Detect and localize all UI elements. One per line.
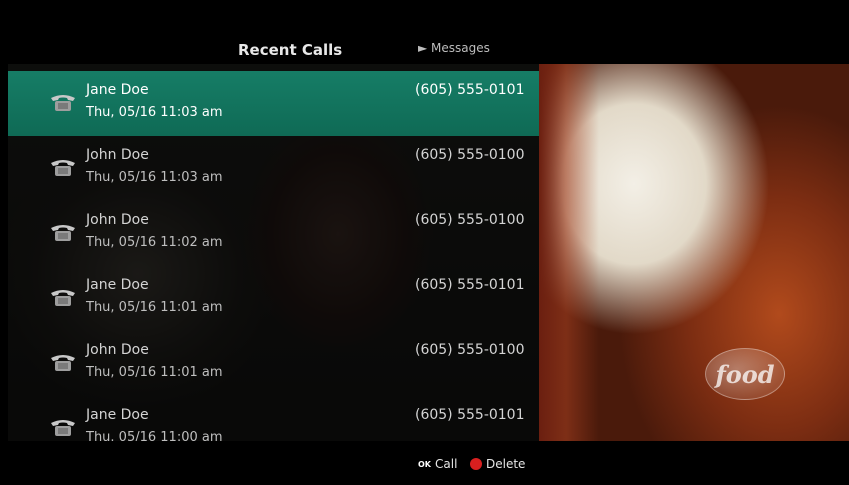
desk-phone-icon [48, 221, 78, 243]
call-time: Thu, 05/16 11:03 am [86, 105, 223, 120]
call-time: Thu, 05/16 11:03 am [86, 170, 223, 185]
call-row[interactable]: John Doe Thu, 05/16 11:01 am (605) 555-010… [8, 331, 539, 396]
channel-logo: food [705, 348, 785, 400]
caller-name: Jane Doe [86, 407, 149, 423]
desk-phone-icon [48, 156, 78, 178]
desk-phone-icon [48, 286, 78, 308]
delete-hint[interactable]: Delete [470, 457, 525, 471]
caller-number: (605) 555-0101 [415, 277, 525, 293]
caller-number: (605) 555-0101 [415, 82, 525, 98]
red-button-icon [470, 458, 482, 470]
caller-name: John Doe [86, 147, 149, 163]
video-detail [539, 64, 599, 441]
header-bar: Recent Calls ► Messages [8, 10, 849, 64]
caller-name: John Doe [86, 212, 149, 228]
delete-label: Delete [486, 457, 526, 471]
desk-phone-icon [48, 351, 78, 373]
desk-phone-icon [48, 91, 78, 113]
call-time: Thu, 05/16 11:01 am [86, 300, 223, 315]
tv-screen: food Recent Calls ► Messages Jane Doe Thu… [8, 10, 849, 485]
ok-key-icon: OK [418, 459, 431, 469]
call-label: Call [435, 457, 458, 471]
caller-number: (605) 555-0100 [415, 147, 525, 163]
page-title: Recent Calls [238, 41, 343, 59]
call-time: Thu, 05/16 11:01 am [86, 365, 223, 380]
caller-name: Jane Doe [86, 82, 149, 98]
caller-number: (605) 555-0101 [415, 407, 525, 423]
messages-tab[interactable]: ► Messages [418, 41, 490, 55]
call-time: Thu, 05/16 11:02 am [86, 235, 223, 250]
call-row[interactable]: Jane Doe Thu, 05/16 11:03 am (605) 555-010… [8, 71, 539, 136]
call-row[interactable]: Jane Doe Thu, 05/16 11:01 am (605) 555-010… [8, 266, 539, 331]
call-list: Jane Doe Thu, 05/16 11:03 am (605) 555-010… [8, 71, 539, 461]
call-row[interactable]: John Doe Thu, 05/16 11:02 am (605) 555-010… [8, 201, 539, 266]
caller-name: Jane Doe [86, 277, 149, 293]
caller-number: (605) 555-0100 [415, 342, 525, 358]
caller-number: (605) 555-0100 [415, 212, 525, 228]
call-row[interactable]: John Doe Thu, 05/16 11:03 am (605) 555-010… [8, 136, 539, 201]
desk-phone-icon [48, 416, 78, 438]
call-hint[interactable]: OK Call [418, 457, 457, 471]
footer-bar: OK Call Delete [8, 441, 849, 485]
caller-name: John Doe [86, 342, 149, 358]
